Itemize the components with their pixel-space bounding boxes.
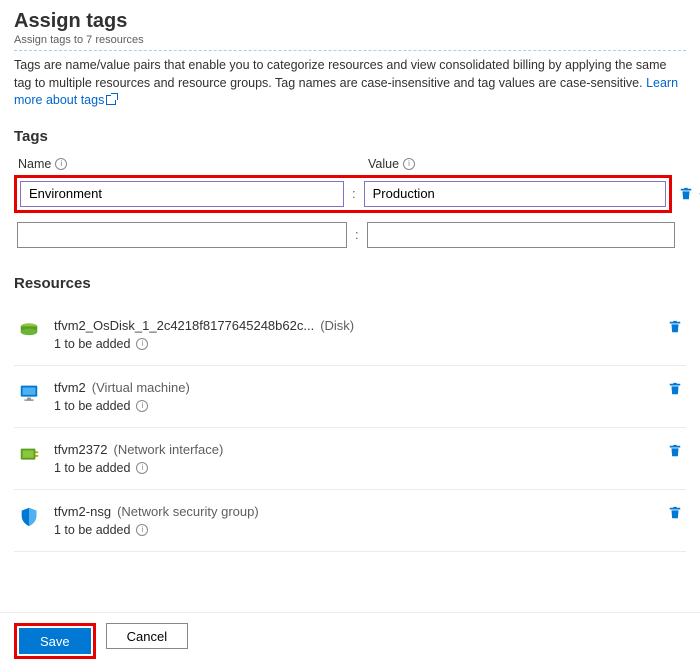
resource-type: (Network security group) — [117, 504, 259, 519]
resource-item: tfvm2 (Virtual machine) 1 to be added i — [14, 366, 686, 428]
description-body: Tags are name/value pairs that enable yo… — [14, 58, 666, 90]
info-icon[interactable]: i — [136, 524, 148, 536]
tag-colon: : — [355, 227, 359, 242]
resource-item: tfvm2-nsg (Network security group) 1 to … — [14, 490, 686, 552]
resource-item: tfvm2372 (Network interface) 1 to be add… — [14, 428, 686, 490]
trash-icon — [668, 506, 682, 520]
tag-name-input[interactable] — [20, 181, 344, 207]
tag-name-input[interactable] — [17, 222, 347, 248]
tag-value-input[interactable] — [364, 181, 666, 207]
description-text: Tags are name/value pairs that enable yo… — [14, 57, 686, 110]
remove-resource-button[interactable] — [668, 444, 682, 461]
tags-heading: Tags — [14, 128, 686, 145]
cancel-button[interactable]: Cancel — [106, 623, 188, 649]
resource-item: tfvm2_OsDisk_1_2c4218f8177645248b62c... … — [14, 304, 686, 366]
external-link-icon — [106, 95, 116, 105]
remove-resource-button[interactable] — [668, 320, 682, 337]
info-icon[interactable]: i — [136, 338, 148, 350]
resource-type: (Network interface) — [113, 442, 223, 457]
resource-status: 1 to be added — [54, 337, 130, 351]
delete-tag-button[interactable] — [676, 181, 696, 207]
resource-name: tfvm2_OsDisk_1_2c4218f8177645248b62c... — [54, 318, 314, 333]
page-subtitle: Assign tags to 7 resources — [14, 34, 686, 46]
info-icon[interactable]: i — [136, 462, 148, 474]
info-icon[interactable]: i — [403, 158, 415, 170]
resource-name: tfvm2 — [54, 380, 86, 395]
resource-type: (Disk) — [320, 318, 354, 333]
nic-icon — [18, 444, 40, 466]
info-icon[interactable]: i — [136, 400, 148, 412]
tag-colon: : — [352, 186, 356, 201]
tag-value-input[interactable] — [367, 222, 675, 248]
tag-labels-row: Name i Value i — [14, 157, 686, 171]
tag-row-filled: : ••• — [14, 175, 686, 213]
remove-resource-button[interactable] — [668, 382, 682, 399]
trash-icon — [668, 444, 682, 458]
resource-name: tfvm2-nsg — [54, 504, 111, 519]
resource-type: (Virtual machine) — [92, 380, 190, 395]
value-label: Value — [368, 157, 399, 171]
trash-icon — [668, 382, 682, 396]
trash-icon — [668, 320, 682, 334]
name-label: Name — [18, 157, 51, 171]
footer-bar: Save Cancel — [0, 612, 700, 669]
resource-status: 1 to be added — [54, 461, 130, 475]
info-icon[interactable]: i — [55, 158, 67, 170]
nsg-icon — [18, 506, 40, 528]
resources-heading: Resources — [14, 275, 686, 292]
vm-icon — [18, 382, 40, 404]
tag-row-empty: : — [14, 219, 686, 251]
remove-resource-button[interactable] — [668, 506, 682, 523]
page-title: Assign tags — [14, 10, 686, 33]
resource-status: 1 to be added — [54, 523, 130, 537]
save-button[interactable]: Save — [19, 628, 91, 654]
disk-icon — [18, 320, 40, 342]
trash-icon — [679, 187, 693, 201]
resource-status: 1 to be added — [54, 399, 130, 413]
resource-name: tfvm2372 — [54, 442, 107, 457]
page-header: Assign tags Assign tags to 7 resources — [14, 10, 686, 51]
